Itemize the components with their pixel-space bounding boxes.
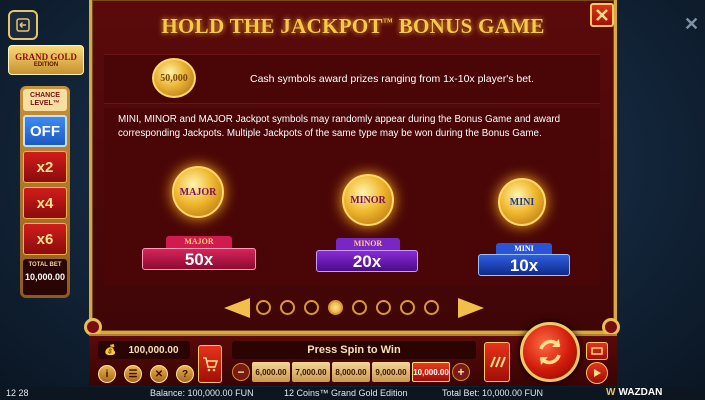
brand-icon: W [606, 387, 616, 398]
close-game-icon[interactable]: ✕ [684, 14, 699, 35]
press-spin-message: Press Spin to Win [232, 341, 476, 359]
page-title: HOLD THE JACKPOT™ BONUS GAME [89, 14, 617, 39]
logo-line2: EDITION [33, 61, 59, 68]
bet-option[interactable]: 9,000.00 [372, 362, 410, 382]
major-coin-icon: MAJOR [172, 166, 224, 218]
sound-off-icon[interactable]: ✕ [150, 365, 168, 383]
spin-button[interactable] [520, 322, 580, 382]
minor-label: MINOR [336, 238, 400, 250]
bet-option[interactable]: 6,000.00 [252, 362, 290, 382]
close-paytable-button[interactable] [590, 3, 614, 27]
logo-line1: GRAND GOLD [15, 51, 77, 62]
page-dot[interactable] [352, 300, 367, 315]
bet-decrease-button[interactable]: − [232, 363, 250, 381]
info-icon[interactable]: i [98, 365, 116, 383]
bet-option[interactable]: 8,000.00 [332, 362, 370, 382]
close-icon [596, 9, 608, 21]
total-bet-value: 10,000.00 [24, 272, 66, 282]
page-dot[interactable] [256, 300, 271, 315]
total-bet-label: TOTAL BET [28, 262, 62, 268]
chance-level-title: CHANCE LEVEL™ [23, 89, 67, 111]
status-total-bet: Total Bet: 10,000.00 FUN [442, 388, 544, 398]
status-bar: 12 28 Balance: 100,000.00 FUN 12 Coins™ … [0, 387, 705, 400]
page-title-rest: BONUS GAME [393, 14, 545, 38]
page-dot[interactable] [400, 300, 415, 315]
page-title-tm: ™ [382, 17, 394, 28]
status-balance: Balance: 100,000.00 FUN [150, 388, 254, 398]
pagination-dots [256, 300, 439, 315]
status-game-name: 12 Coins™ Grand Gold Edition [284, 388, 408, 398]
settings-icon [591, 347, 603, 355]
balance-box: 💰 100,000.00 [98, 341, 190, 359]
page-dot[interactable] [424, 300, 439, 315]
chance-off-button[interactable]: OFF [23, 115, 67, 147]
balance-value: 100,000.00 [128, 344, 179, 356]
turbo-button[interactable] [484, 342, 510, 382]
minor-value: 20x [316, 250, 418, 272]
brand-text: WAZDAN [618, 387, 663, 398]
cash-coin-icon: 50,000 [152, 58, 196, 98]
page-dot[interactable] [304, 300, 319, 315]
page-dot[interactable] [280, 300, 295, 315]
bet-increase-button[interactable]: + [452, 363, 470, 381]
buy-feature-button[interactable] [198, 345, 222, 383]
chance-x4-button[interactable]: x4 [23, 187, 67, 219]
money-bag-icon: 💰 [104, 344, 117, 356]
chance-level-panel: CHANCE LEVEL™ OFF x2 x4 x6 TOTAL BET 10,… [20, 86, 70, 298]
prev-page-arrow[interactable] [224, 298, 250, 318]
bet-option-selected[interactable]: 10,000.00 [412, 362, 450, 382]
menu-icon[interactable]: ☰ [124, 365, 142, 383]
next-page-arrow[interactable] [458, 298, 484, 318]
mini-coin-icon: MINI [498, 178, 546, 226]
cash-info-text: Cash symbols award prizes ranging from 1… [250, 73, 534, 85]
exit-button[interactable] [8, 10, 38, 40]
cart-icon [203, 357, 218, 372]
chance-x6-button[interactable]: x6 [23, 223, 67, 255]
chance-x2-button[interactable]: x2 [23, 151, 67, 183]
spin-icon [539, 339, 561, 365]
major-label: MAJOR [166, 236, 232, 248]
minor-coin-icon: MINOR [342, 174, 394, 226]
page-dot[interactable] [376, 300, 391, 315]
jackpot-info-text: MINI, MINOR and MAJOR Jackpot symbols ma… [118, 114, 561, 139]
brand-logo: W WAZDAN [606, 387, 662, 398]
game-logo: GRAND GOLD EDITION [8, 45, 84, 75]
turbo-icon [490, 356, 506, 368]
exit-icon [16, 18, 30, 32]
clock: 12 28 [6, 388, 29, 398]
help-icon[interactable]: ? [176, 365, 194, 383]
page-dot-active[interactable] [328, 300, 343, 315]
settings-button[interactable] [586, 342, 608, 360]
play-icon [594, 369, 601, 377]
mini-value: 10x [478, 254, 570, 276]
bet-selector: − 6,000.00 7,000.00 8,000.00 9,000.00 10… [232, 362, 476, 382]
autoplay-button[interactable] [586, 362, 608, 384]
total-bet-box: TOTAL BET 10,000.00 [23, 259, 67, 295]
major-value: 50x [142, 248, 256, 270]
bet-option[interactable]: 7,000.00 [292, 362, 330, 382]
page-title-main: HOLD THE JACKPOT [161, 14, 383, 38]
menu-icons: i ☰ ✕ ? [98, 365, 194, 383]
